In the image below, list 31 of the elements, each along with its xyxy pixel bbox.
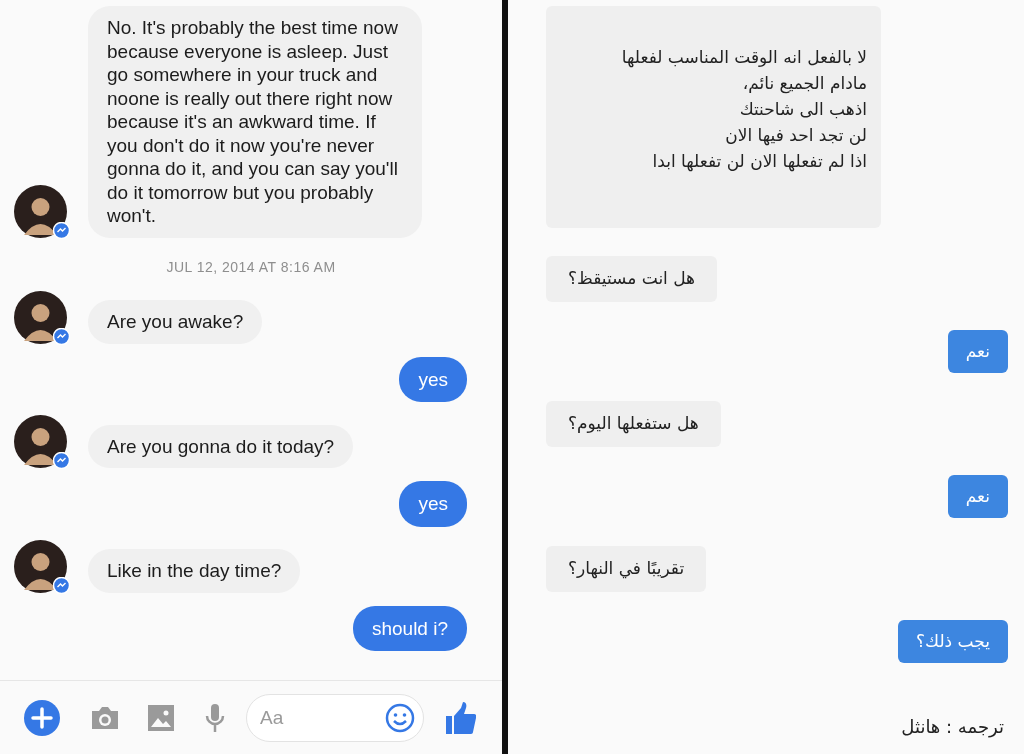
sent-message: yes bbox=[399, 356, 467, 402]
sent-message: يجب ذلك؟ bbox=[898, 619, 1008, 663]
avatar bbox=[14, 290, 67, 344]
sent-message: نعم bbox=[947, 474, 1008, 518]
received-message: هل ستفعلها اليوم؟ bbox=[546, 401, 721, 447]
sent-message: yes bbox=[399, 481, 467, 527]
received-message: هل انت مستيقظ؟ bbox=[546, 256, 718, 302]
received-message: Like in the day time? bbox=[88, 549, 301, 593]
thumbs-up-icon[interactable] bbox=[446, 701, 476, 734]
messenger-badge-icon bbox=[53, 327, 70, 345]
messenger-badge-icon bbox=[53, 452, 70, 469]
avatar bbox=[14, 539, 67, 593]
received-message: تقريبًا في النهار؟ bbox=[546, 546, 707, 592]
image-icon[interactable] bbox=[148, 704, 174, 731]
add-icon[interactable] bbox=[24, 699, 60, 736]
received-message: No. It's probably the best time now because everyone is asleep. Just go somewhere in your truck and noone is really out there right now because it's an awkward time. If you don't do it now you're never gonna do it, and you can say you'll do it tomorrow but you probably won't. bbox=[88, 6, 422, 238]
received-message: Are you awake? bbox=[88, 300, 263, 344]
sent-message: نعم bbox=[947, 329, 1008, 373]
messenger-badge-icon bbox=[53, 221, 70, 239]
avatar bbox=[14, 184, 67, 238]
avatar bbox=[14, 415, 67, 468]
sent-message: should i? bbox=[352, 605, 467, 651]
timestamp: JUL 12, 2014 AT 8:16 AM bbox=[166, 257, 336, 277]
received-message: Are you gonna do it today? bbox=[88, 424, 354, 468]
message-field[interactable]: Aa bbox=[246, 693, 424, 742]
microphone-icon[interactable] bbox=[204, 702, 226, 733]
smiley-icon[interactable] bbox=[385, 702, 415, 733]
messenger-badge-icon bbox=[53, 576, 70, 594]
received-message: لا بالفعل انه الوقت المناسب لفعلها مادام الجميع نائم، اذهب الى شاحنتك لن تجد احد فيها الان اذا لم تفعلها الان لن تفعلها ابدا bbox=[546, 6, 881, 228]
translator-credit: ترجمه : هانثل bbox=[901, 716, 1004, 737]
camera-icon[interactable] bbox=[90, 704, 120, 731]
